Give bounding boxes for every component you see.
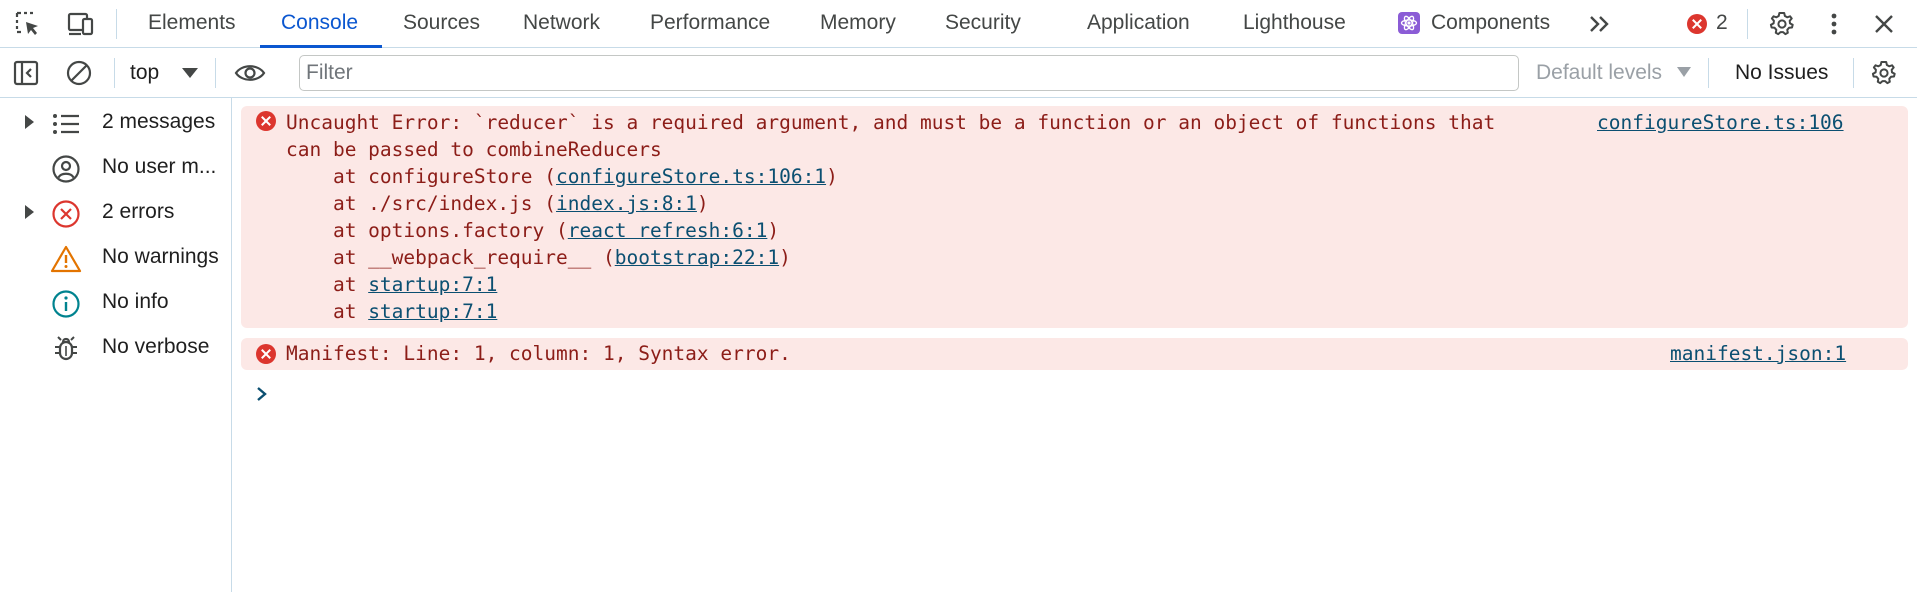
toolbar-divider: [116, 9, 117, 39]
stack-frame-text: ): [779, 246, 791, 269]
sidebar-item-warnings[interactable]: No warnings: [0, 235, 231, 279]
sidebar-item-label: No user m...: [102, 155, 217, 178]
react-components-icon: [1398, 12, 1420, 34]
device-toolbar-icon[interactable]: [64, 8, 96, 40]
sidebar-item-label: No warnings: [102, 245, 219, 268]
stack-frame-link[interactable]: startup:7:1: [368, 300, 497, 323]
stack-frame-link[interactable]: react refresh:6:1: [568, 219, 768, 242]
tab-sources[interactable]: Sources: [403, 0, 480, 48]
log-levels-dropdown[interactable]: Default levels: [1536, 48, 1662, 98]
filter-input[interactable]: [299, 55, 1519, 91]
stack-frame-text: at configureStore (: [286, 165, 557, 188]
stack-frame: at options.factory (react refresh:6:1): [286, 217, 779, 244]
stack-frame-link[interactable]: index.js:8:1: [556, 192, 697, 215]
chevron-down-icon[interactable]: [182, 68, 198, 78]
more-options-icon[interactable]: [1818, 8, 1850, 40]
toolbar-divider: [1708, 58, 1709, 88]
settings-gear-icon[interactable]: [1766, 8, 1798, 40]
info-icon: [50, 288, 82, 320]
bug-icon: [50, 333, 82, 365]
devtools-tab-bar: Elements Console Sources Network Perform…: [0, 0, 1917, 48]
stack-frame-text: at: [286, 273, 369, 296]
tab-elements[interactable]: Elements: [148, 0, 236, 48]
stack-frame-text: ): [767, 219, 780, 242]
console-error-message: Uncaught Error: `reducer` is a required …: [241, 106, 1908, 328]
toolbar-divider: [1853, 58, 1854, 88]
context-selector[interactable]: top: [130, 48, 159, 98]
console-sidebar: 2 messages No user m... 2 errors No warn…: [0, 98, 232, 592]
issues-button[interactable]: No Issues: [1735, 48, 1828, 98]
sidebar-item-info[interactable]: No info: [0, 280, 231, 324]
stack-frame-text: at: [286, 300, 369, 323]
console-settings-gear-icon[interactable]: [1868, 57, 1900, 89]
console-prompt-chevron-icon[interactable]: [255, 383, 269, 405]
tab-performance[interactable]: Performance: [650, 0, 770, 48]
more-tabs-icon[interactable]: [1584, 8, 1616, 40]
console-toolbar: top Default levels No Issues: [0, 48, 1917, 98]
source-location-link[interactable]: manifest.json:1: [1670, 340, 1846, 367]
console-error-message: Manifest: Line: 1, column: 1, Syntax err…: [241, 338, 1908, 370]
error-icon: [256, 344, 276, 364]
chevron-down-icon[interactable]: [1677, 67, 1691, 77]
tab-security[interactable]: Security: [945, 0, 1021, 48]
sidebar-item-messages[interactable]: 2 messages: [0, 100, 231, 144]
toolbar-divider: [114, 58, 115, 88]
error-message-text: can be passed to combineReducers: [286, 138, 662, 161]
tab-lighthouse[interactable]: Lighthouse: [1243, 0, 1346, 48]
warning-icon: [50, 243, 82, 275]
stack-frame: at ./src/index.js (index.js:8:1): [286, 190, 709, 217]
tab-components[interactable]: Components: [1431, 0, 1550, 48]
sidebar-item-label: No info: [102, 290, 169, 313]
error-icon: [50, 198, 82, 230]
expand-arrow-icon[interactable]: [25, 205, 34, 219]
close-devtools-icon[interactable]: [1868, 8, 1900, 40]
source-location-link[interactable]: configureStore.ts:106: [1597, 109, 1844, 136]
error-message-text: Manifest: Line: 1, column: 1, Syntax err…: [286, 342, 791, 365]
stack-frame-link[interactable]: startup:7:1: [368, 273, 497, 296]
sidebar-item-verbose[interactable]: No verbose: [0, 325, 231, 369]
sidebar-item-label: No verbose: [102, 335, 210, 358]
tab-memory[interactable]: Memory: [820, 0, 896, 48]
inspect-element-icon[interactable]: [12, 8, 44, 40]
stack-frame-text: ): [826, 165, 838, 188]
live-expression-eye-icon[interactable]: [234, 57, 266, 89]
sidebar-item-label: 2 errors: [102, 200, 175, 223]
tab-network[interactable]: Network: [523, 0, 600, 48]
stack-frame: at configureStore (configureStore.ts:106…: [286, 163, 838, 190]
sidebar-item-label: 2 messages: [102, 110, 216, 133]
error-message-text: Uncaught Error: `reducer` is a required …: [286, 111, 1496, 134]
stack-frame-text: at options.factory (: [286, 219, 568, 242]
stack-frame-text: ): [696, 192, 709, 215]
toolbar-divider: [215, 58, 216, 88]
tab-application[interactable]: Application: [1087, 0, 1190, 48]
stack-frame: at __webpack_require__ (bootstrap:22:1): [286, 244, 791, 271]
error-icon: [256, 111, 276, 131]
stack-frame-text: at ./src/index.js (: [286, 192, 557, 215]
stack-frame-text: at __webpack_require__ (: [286, 246, 615, 269]
list-icon: [50, 108, 82, 140]
stack-frame: at startup:7:1: [286, 298, 497, 325]
stack-frame-link[interactable]: configureStore.ts:106:1: [556, 165, 826, 188]
error-count-icon[interactable]: [1687, 14, 1707, 34]
sidebar-item-user-messages[interactable]: No user m...: [0, 145, 231, 189]
expand-arrow-icon[interactable]: [25, 115, 34, 129]
stack-frame: at startup:7:1: [286, 271, 497, 298]
error-count[interactable]: 2: [1716, 0, 1728, 48]
stack-frame-link[interactable]: bootstrap:22:1: [615, 246, 779, 269]
tab-console[interactable]: Console: [281, 0, 358, 48]
toolbar-divider: [1747, 9, 1748, 39]
toggle-sidebar-icon[interactable]: [10, 57, 42, 89]
user-icon: [50, 153, 82, 185]
sidebar-item-errors[interactable]: 2 errors: [0, 190, 231, 234]
clear-console-icon[interactable]: [63, 57, 95, 89]
